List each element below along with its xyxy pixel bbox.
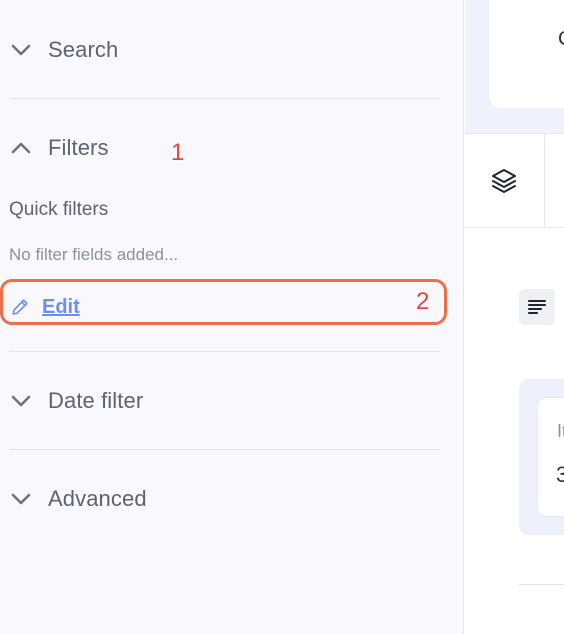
quick-filters-label: Quick filters [9,199,109,220]
sort-button[interactable] [519,289,555,325]
chevron-up-icon [11,142,31,154]
layers-icon[interactable] [489,166,519,196]
stat-card [538,398,564,516]
chevron-down-icon [11,493,31,505]
section-search-title: Search [48,37,119,62]
chevron-down-icon [11,44,31,56]
divider [9,351,440,352]
section-date-filter-title: Date filter [48,388,144,413]
toolbar-separator [544,134,545,228]
annotation-marker-2: 2 [416,288,430,315]
section-filters-title: Filters [48,135,109,160]
header-card [489,0,564,108]
stat-card-label: It [557,421,564,441]
chevron-down-icon [11,395,31,407]
divider [9,449,440,450]
section-advanced-header[interactable]: Advanced [9,485,147,513]
section-search-header[interactable]: Search [9,36,118,64]
annotation-highlight-box [0,279,447,325]
no-filter-fields-text: No filter fields added... [9,245,179,264]
stat-card-value: 3 [556,462,564,487]
annotation-marker-1: 1 [171,139,185,166]
section-filters-header[interactable]: Filters [9,134,109,162]
sort-lines-icon [528,300,546,314]
divider [519,584,564,585]
section-advanced-title: Advanced [48,486,147,511]
section-date-filter-header[interactable]: Date filter [9,387,143,415]
header-card-text: C [558,28,564,51]
divider [9,98,440,99]
